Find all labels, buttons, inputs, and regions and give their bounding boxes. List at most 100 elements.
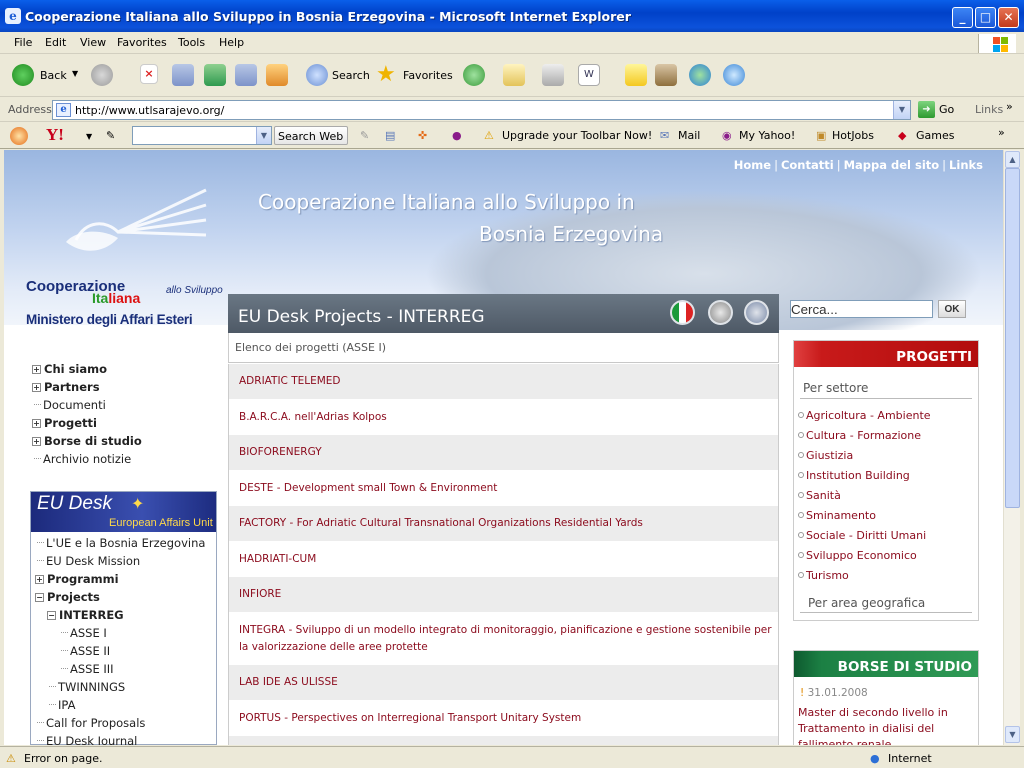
yahoo-dropdown-icon[interactable]: ▼ xyxy=(86,132,92,141)
back-dropdown-icon[interactable]: ▼ xyxy=(72,69,78,78)
messenger-icon[interactable] xyxy=(689,64,711,86)
per-settore-heading[interactable]: Per settore xyxy=(803,381,868,395)
back-arrow-icon[interactable] xyxy=(12,64,34,86)
eu-item-ue-bih[interactable]: L'UE e la Bosnia Erzegovina xyxy=(37,536,205,550)
warning-icon[interactable]: ⚠ xyxy=(6,752,16,765)
title-bar[interactable]: e Cooperazione Italiana allo Sviluppo in… xyxy=(0,0,1024,32)
home-link[interactable]: Home xyxy=(734,158,771,172)
settore-link[interactable]: Sanità xyxy=(798,489,841,502)
edit-icon[interactable]: W xyxy=(578,64,600,86)
eu-item-asse-3[interactable]: ASSE III xyxy=(61,662,114,676)
refresh-icon[interactable] xyxy=(204,64,226,86)
favorites-button[interactable]: Favorites xyxy=(403,69,453,82)
project-row[interactable]: DESTE - Development small Town & Environ… xyxy=(228,470,779,506)
settore-link[interactable]: Agricoltura - Ambiente xyxy=(798,409,931,422)
project-row[interactable] xyxy=(228,736,779,745)
eu-item-asse-2[interactable]: ASSE II xyxy=(61,644,110,658)
menu-file[interactable]: File xyxy=(14,36,32,49)
nav-documenti[interactable]: Documenti xyxy=(34,398,106,412)
upgrade-toolbar-link[interactable]: Upgrade your Toolbar Now! xyxy=(502,129,652,142)
nav-progetti[interactable]: + Progetti xyxy=(32,416,97,430)
history-icon[interactable] xyxy=(463,64,485,86)
italian-flag-icon[interactable] xyxy=(670,300,695,325)
stop-icon[interactable]: × xyxy=(140,64,158,84)
links-label[interactable]: Links xyxy=(975,103,1003,116)
menu-tools[interactable]: Tools xyxy=(178,36,205,49)
project-row[interactable]: LAB IDE AS ULISSE xyxy=(228,665,779,700)
menu-view[interactable]: View xyxy=(80,36,106,49)
scroll-thumb[interactable] xyxy=(1005,168,1020,508)
nav-chi-siamo[interactable]: + Chi siamo xyxy=(32,362,107,376)
address-url[interactable]: http://www.utlsarajevo.org/ xyxy=(75,104,224,117)
search-button[interactable]: Search xyxy=(332,69,370,82)
project-row[interactable]: INTEGRA - Sviluppo di un modello integra… xyxy=(228,612,779,665)
eu-item-asse-1[interactable]: ASSE I xyxy=(61,626,107,640)
yahoo-logo-icon[interactable]: Y! xyxy=(46,125,64,145)
delete-icon[interactable] xyxy=(172,64,194,86)
links-chevron-icon[interactable]: » xyxy=(1006,100,1013,113)
page-icon[interactable] xyxy=(235,64,257,86)
forward-arrow-icon[interactable] xyxy=(91,64,113,86)
project-row[interactable]: ADRIATIC TELEMED xyxy=(228,364,779,399)
eu-item-programmi[interactable]: + Programmi xyxy=(35,572,119,586)
mail-link[interactable]: Mail xyxy=(678,129,700,142)
back-button[interactable]: Back xyxy=(40,69,67,82)
project-row[interactable]: BIOFORENERGY xyxy=(228,435,779,470)
skype-icon[interactable] xyxy=(723,64,745,86)
cooperazione-logo[interactable]: Cooperazione Italiana allo Sviluppo Mini… xyxy=(26,278,231,330)
eu-item-projects[interactable]: − Projects xyxy=(35,590,100,604)
eu-item-journal[interactable]: EU Desk Journal xyxy=(37,734,137,745)
eu-item-ipa[interactable]: IPA xyxy=(49,698,75,712)
games-link[interactable]: Games xyxy=(916,129,954,142)
settore-link[interactable]: Sviluppo Economico xyxy=(798,549,917,562)
project-row[interactable]: HADRIATI-CUM xyxy=(228,541,779,577)
yahoo-search-dropdown-icon[interactable]: ▼ xyxy=(256,127,271,144)
mappa-link[interactable]: Mappa del sito xyxy=(844,158,940,172)
highlight-icon[interactable]: ✎ xyxy=(360,129,369,142)
nav-archivio-notizie[interactable]: Archivio notizie xyxy=(34,452,131,466)
links-link[interactable]: Links xyxy=(949,158,983,172)
address-input[interactable]: e http://www.utlsarajevo.org/ ▼ xyxy=(52,100,911,120)
project-row[interactable]: PORTUS - Perspectives on Interregional T… xyxy=(228,700,779,736)
menu-help[interactable]: Help xyxy=(219,36,244,49)
favorites-star-icon[interactable]: ★ xyxy=(376,64,398,86)
hotjobs-link[interactable]: HotJobs xyxy=(832,129,874,142)
target-icon[interactable]: ✜ xyxy=(418,129,427,142)
scroll-up-icon[interactable]: ▲ xyxy=(1005,151,1020,168)
bosnian-flag-icon[interactable] xyxy=(708,300,733,325)
address-dropdown-icon[interactable]: ▼ xyxy=(893,101,910,119)
eu-item-interreg[interactable]: − INTERREG xyxy=(47,608,124,622)
settore-link[interactable]: Cultura - Formazione xyxy=(798,429,921,442)
eu-item-twinnings[interactable]: TWINNINGS xyxy=(49,680,125,694)
minimize-button[interactable]: _ xyxy=(952,7,973,28)
search-icon[interactable] xyxy=(306,64,328,86)
menu-favorites[interactable]: Favorites xyxy=(117,36,167,49)
yahoo-toolbar-icon[interactable] xyxy=(10,127,28,145)
eu-item-call-for-proposals[interactable]: Call for Proposals xyxy=(37,716,145,730)
nav-partners[interactable]: + Partners xyxy=(32,380,100,394)
close-button[interactable]: ✕ xyxy=(998,7,1019,28)
print-icon[interactable] xyxy=(542,64,564,86)
settore-link[interactable]: Turismo xyxy=(798,569,849,582)
form-icon[interactable]: ▤ xyxy=(385,129,395,142)
settore-link[interactable]: Sminamento xyxy=(798,509,876,522)
eu-desk-banner[interactable]: EU Desk European Affairs Unit ✦ xyxy=(31,492,216,532)
launchcast-icon[interactable]: ● xyxy=(452,129,462,142)
menu-edit[interactable]: Edit xyxy=(45,36,66,49)
myyahoo-link[interactable]: My Yahoo! xyxy=(739,129,795,142)
settore-link[interactable]: Sociale - Diritti Umani xyxy=(798,529,926,542)
more-chevron-icon[interactable]: » xyxy=(998,126,1005,139)
search-ok-button[interactable]: OK xyxy=(938,300,966,318)
go-arrow-icon[interactable]: ➜ xyxy=(918,101,935,118)
maximize-button[interactable]: □ xyxy=(975,7,996,28)
settore-link[interactable]: Giustizia xyxy=(798,449,853,462)
pencil-icon[interactable]: ✎ xyxy=(106,129,115,142)
yahoo-search-input[interactable]: ▼ xyxy=(132,126,272,145)
vertical-scrollbar[interactable]: ▲ ▼ xyxy=(1003,150,1020,745)
borse-news-link[interactable]: Master di secondo livello in Trattamento… xyxy=(798,705,976,745)
home-icon[interactable] xyxy=(266,64,288,86)
mail-icon[interactable] xyxy=(503,64,525,86)
site-search-input[interactable] xyxy=(790,300,933,318)
project-row[interactable]: INFIORE xyxy=(228,577,779,612)
go-button[interactable]: Go xyxy=(939,103,954,116)
